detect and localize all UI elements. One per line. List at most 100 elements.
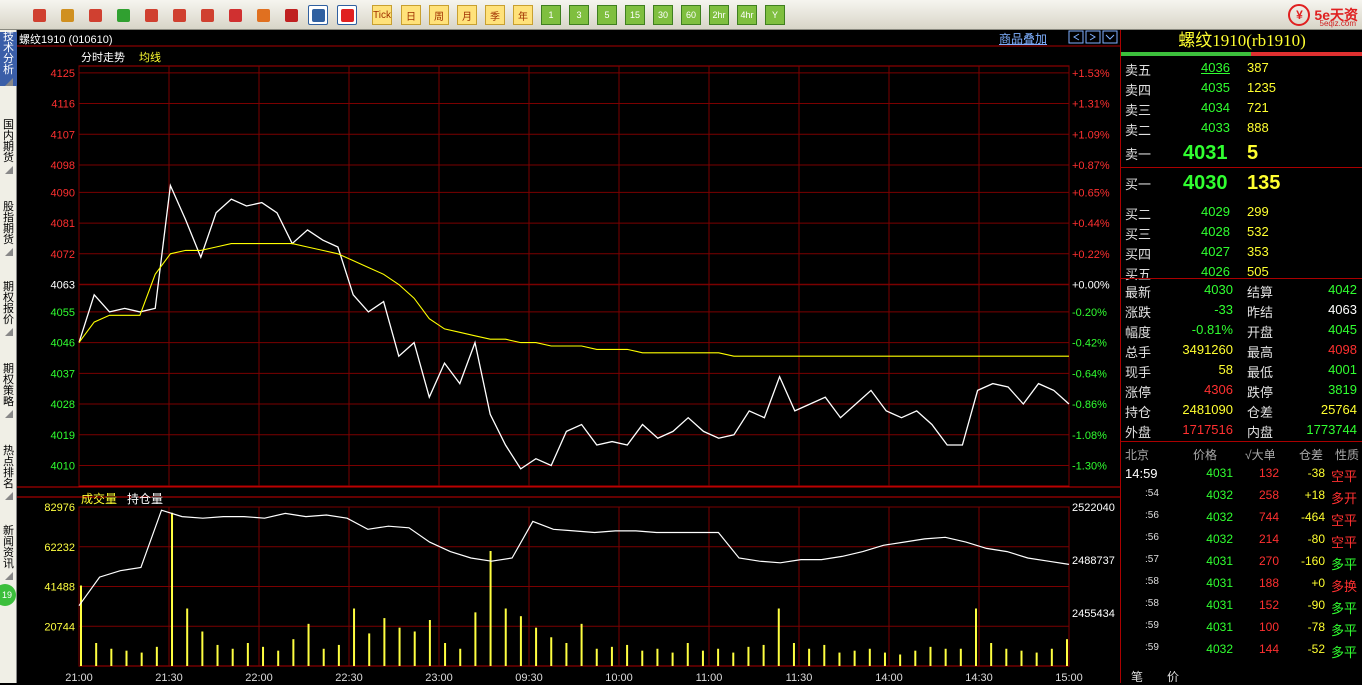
tick-vol: 100 (1258, 620, 1279, 634)
left-tab-6[interactable]: 新闻资讯 (0, 526, 17, 580)
tick-oi: +0 (1311, 576, 1325, 590)
left-tab-3[interactable]: 期权报价 (0, 282, 17, 336)
pct-tick: +0.44% (1072, 218, 1110, 230)
tool-icon[interactable] (253, 5, 273, 25)
ask-label: 卖五 (1125, 63, 1152, 78)
tick-vol: 258 (1258, 488, 1279, 502)
period-button-12[interactable]: 2hr (709, 5, 729, 25)
stat-label: 幅度 (1125, 325, 1152, 340)
tick-time: :56 (1145, 532, 1159, 543)
time-tick: 09:30 (515, 672, 543, 683)
filter-icon[interactable] (281, 5, 301, 25)
notebook-icon[interactable] (57, 5, 77, 25)
bid-label: 买一 (1125, 177, 1152, 192)
time-tick: 23:00 (425, 672, 453, 683)
left-tab-2[interactable]: 股指期货 (0, 202, 17, 256)
pen-icon[interactable] (225, 5, 245, 25)
refresh-icon[interactable] (113, 5, 133, 25)
volume-tick: 82976 (44, 502, 75, 514)
folder-icon[interactable] (85, 5, 105, 25)
period-button-2[interactable]: 周 (429, 5, 449, 25)
tab-trades[interactable]: 笔 (1131, 668, 1143, 685)
period-button-3[interactable]: 月 (457, 5, 477, 25)
ticks-header-cell: 价格 (1193, 448, 1218, 462)
volume-tick: 62232 (44, 542, 75, 554)
stat-label: 持仓 (1125, 405, 1152, 420)
tab-arrow-icon (4, 328, 13, 336)
period-button-0[interactable]: Tick (372, 5, 392, 25)
chart-icon[interactable] (337, 5, 357, 25)
price-tick: 4046 (51, 338, 75, 350)
ask-vol: 387 (1247, 60, 1269, 75)
tick-nature: 多平 (1330, 557, 1357, 572)
oi-tick: 2488737 (1072, 555, 1115, 567)
panel-title: 螺纹1910(rb1910) (1178, 31, 1306, 50)
period-button-10[interactable]: 30 (653, 5, 673, 25)
pct-tick: +0.22% (1072, 249, 1110, 261)
brand-logo: ¥ 5e天资 5eqiz.com (1288, 4, 1358, 28)
intraday-chart[interactable]: 4125 +1.53% 4116 +1.31% 4107 +1.09% 4098 +0.87%… (17, 30, 1120, 683)
period-button-14[interactable]: Y (765, 5, 785, 25)
stat-value: 4001 (1328, 362, 1357, 377)
tick-vol: 152 (1258, 598, 1279, 612)
period-button-13[interactable]: 4hr (737, 5, 757, 25)
tick-oi: -160 (1300, 554, 1325, 568)
period-button-11[interactable]: 60 (681, 5, 701, 25)
bid-price[interactable]: 4026 (1201, 264, 1230, 279)
left-tab-1[interactable]: 国内期货 (0, 120, 17, 174)
stat-label: 现手 (1125, 365, 1152, 380)
tick-nature: 多平 (1330, 645, 1357, 660)
stat-value: 58 (1218, 362, 1233, 377)
bid-price[interactable]: 4030 (1183, 172, 1228, 195)
tick-price: 4032 (1206, 532, 1233, 546)
tick-time: 14:59 (1125, 466, 1158, 481)
stat-row: 幅度 -0.81% 开盘 4045 (1121, 320, 1362, 340)
ask-vol: 888 (1247, 120, 1269, 135)
ask-price[interactable]: 4035 (1201, 80, 1230, 95)
table-icon[interactable] (308, 5, 328, 25)
bid-label: 买三 (1125, 227, 1152, 242)
overlay-link[interactable]: 商品叠加 (999, 30, 1047, 47)
tick-price: 4031 (1206, 554, 1233, 568)
bid-price[interactable]: 4028 (1201, 224, 1230, 239)
tick-oi: -78 (1307, 620, 1325, 634)
tab-price[interactable]: 价 (1167, 668, 1179, 685)
nav-next-icon[interactable] (1085, 30, 1101, 44)
zoom-in-icon[interactable] (141, 5, 161, 25)
tick-row: 14:59 4031 132 -38 空平 (1121, 462, 1362, 484)
left-tab-5[interactable]: 热点排名 (0, 446, 17, 500)
ask-price[interactable]: 4034 (1201, 100, 1230, 115)
period-button-5[interactable]: 年 (513, 5, 533, 25)
home-icon[interactable] (29, 5, 49, 25)
nav-dropdown-icon[interactable] (1102, 30, 1118, 44)
window-icon[interactable] (197, 5, 217, 25)
left-tab-0[interactable]: 技术分析 (0, 32, 17, 86)
bid-price[interactable]: 4027 (1201, 244, 1230, 259)
nav-prev-icon[interactable] (1068, 30, 1084, 44)
left-tab-4[interactable]: 期权策略 (0, 364, 17, 418)
ask-row: 卖五 4036 387 (1121, 58, 1362, 78)
ask-price[interactable]: 4033 (1201, 120, 1230, 135)
period-button-4[interactable]: 季 (485, 5, 505, 25)
bid-price[interactable]: 4029 (1201, 204, 1230, 219)
time-tick: 15:00 (1055, 672, 1083, 683)
period-button-6[interactable]: 1 (541, 5, 561, 25)
stat-label: 涨停 (1125, 385, 1152, 400)
price-tick: 4037 (51, 368, 75, 380)
bid-row: 买五 4026 505 (1121, 262, 1362, 282)
period-button-7[interactable]: 3 (569, 5, 589, 25)
zoom-out-icon[interactable] (169, 5, 189, 25)
pct-tick: +0.65% (1072, 187, 1110, 199)
tick-time: :56 (1145, 510, 1159, 521)
tick-time: :54 (1145, 488, 1159, 499)
ask-price[interactable]: 4031 (1183, 142, 1228, 165)
ask-price[interactable]: 4036 (1201, 60, 1230, 75)
period-button-9[interactable]: 15 (625, 5, 645, 25)
period-button-1[interactable]: 日 (401, 5, 421, 25)
ask-row: 卖二 4033 888 (1121, 118, 1362, 138)
period-button-8[interactable]: 5 (597, 5, 617, 25)
price-tick: 4116 (51, 99, 75, 111)
ask-label: 卖二 (1125, 123, 1152, 138)
ask-vol: 1235 (1247, 80, 1276, 95)
tick-nature: 多平 (1330, 623, 1357, 638)
